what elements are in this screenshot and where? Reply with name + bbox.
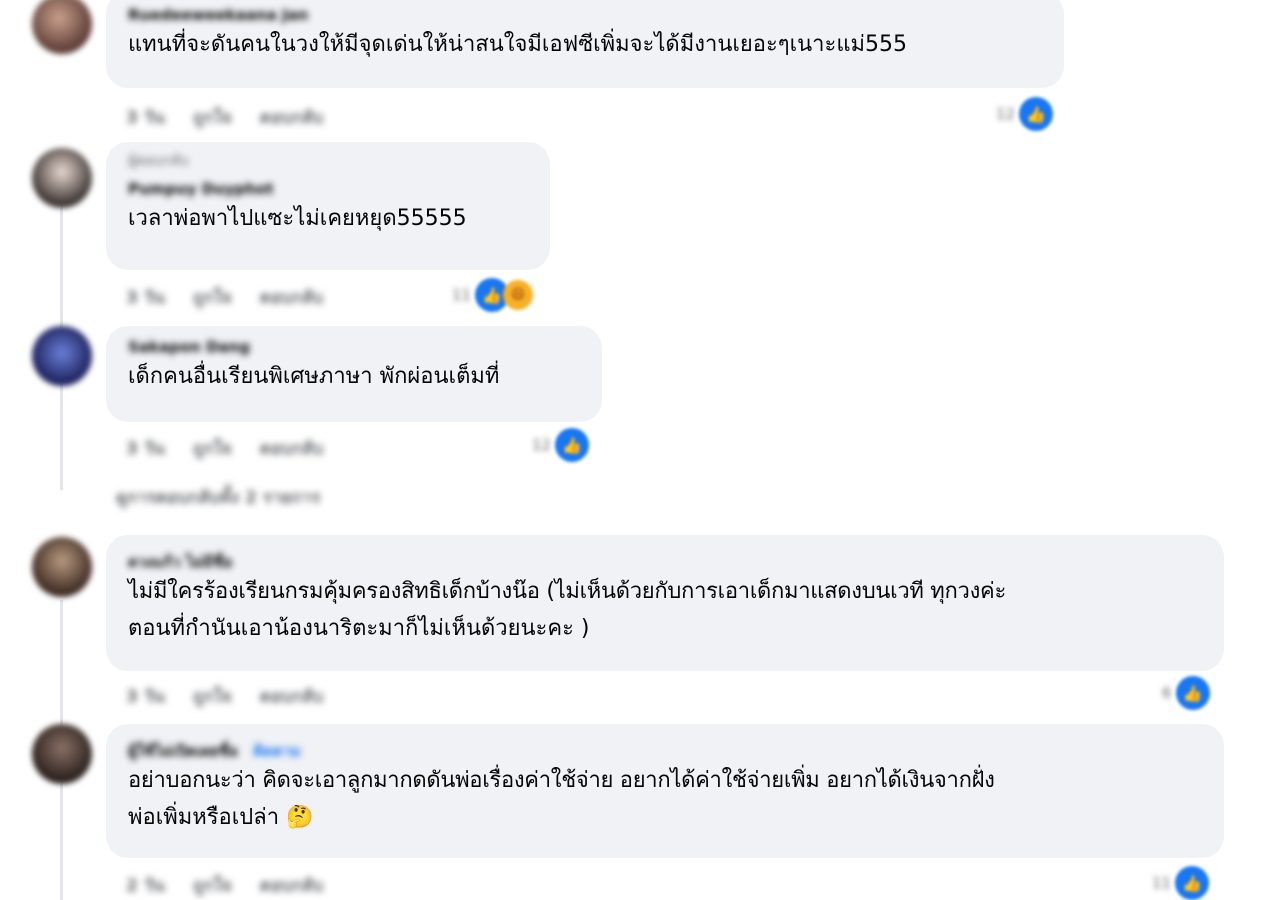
comment-actions: 3 วัน ถูกใจ ตอบกลับ	[126, 104, 323, 131]
comment-time[interactable]: 3 วัน	[126, 435, 165, 462]
reaction-count: 12	[996, 105, 1016, 123]
comment-text-line: ไม่มีใครร้องเรียนกรมคุ้มครองสิทธิเด็กบ้า…	[128, 579, 1006, 604]
thinking-emoji-icon: 🤔	[286, 805, 314, 830]
comment-bubble: ผู้ใช้ไม่เปิดเผยชื่อ ติดตาม อย่าบอกนะว่า…	[106, 724, 1224, 858]
comment-author[interactable]: Sakapon Dang	[128, 336, 580, 358]
reaction-summary[interactable]: 11 👍	[1152, 866, 1210, 900]
comment-text: พ่อเพิ่มหรือเปล่า	[128, 805, 280, 830]
avatar[interactable]	[32, 148, 92, 208]
avatar[interactable]	[32, 0, 92, 54]
comment-text-line: ตอนที่กำนันเอาน้องนาริตะมาก็ไม่เห็นด้วยน…	[128, 616, 590, 641]
reaction-summary[interactable]: 11 👍 😆	[452, 278, 534, 312]
reaction-count: 6	[1162, 684, 1172, 702]
comment-actions: 3 วัน ถูกใจ ตอบกลับ	[126, 683, 323, 710]
reaction-count: 11	[452, 286, 472, 304]
reaction-summary[interactable]: 6 👍	[1162, 676, 1210, 710]
comment-author[interactable]: ดวงแก้ว ไม่มีชื่อ	[128, 551, 1202, 573]
like-button[interactable]: ถูกใจ	[193, 683, 232, 710]
comment-actions: 3 วัน ถูกใจ ตอบกลับ	[126, 435, 323, 462]
comment-bubble: ดวงแก้ว ไม่มีชื่อ ไม่มีใครร้องเรียนกรมคุ…	[106, 535, 1224, 671]
comment-time[interactable]: 2 วัน	[126, 872, 165, 899]
comment-author[interactable]: ผู้ใช้ไม่เปิดเผยชื่อ	[128, 742, 238, 760]
follow-badge[interactable]: ติดตาม	[253, 742, 301, 760]
like-button[interactable]: ถูกใจ	[193, 104, 232, 131]
reply-button[interactable]: ตอบกลับ	[260, 872, 324, 899]
comment-bubble: ผู้ตอบกลับ Pumpuy Duyphot เวลาพ่อพาไปแซะ…	[106, 142, 550, 270]
like-reaction-icon: 👍	[1175, 866, 1210, 900]
comment-text: แทนที่จะดันคนในวงให้มีจุดเด่นให้น่าสนใจม…	[128, 32, 908, 57]
comment-actions: 3 วัน ถูกใจ ตอบกลับ	[126, 284, 323, 311]
reply-button[interactable]: ตอบกลับ	[260, 435, 324, 462]
comment-bubble: Sakapon Dang เด็กคนอื่นเรียนพิเศษภาษา พั…	[106, 326, 602, 422]
comment-author-row: ผู้ใช้ไม่เปิดเผยชื่อ ติดตาม	[128, 740, 1202, 762]
like-button[interactable]: ถูกใจ	[193, 872, 232, 899]
like-reaction-icon: 👍	[1175, 676, 1210, 710]
comment-time[interactable]: 3 วัน	[126, 683, 165, 710]
comment-text-line: อย่าบอกนะว่า คิดจะเอาลูกมากดดันพ่อเรื่อง…	[128, 768, 995, 793]
reaction-summary[interactable]: 12 👍	[532, 428, 590, 462]
comment-author[interactable]: Ruedeeweekaana Jan	[128, 4, 1042, 26]
comment-time[interactable]: 3 วัน	[126, 284, 165, 311]
comment-bubble: Ruedeeweekaana Jan แทนที่จะดันคนในวงให้ม…	[106, 0, 1064, 88]
reply-context: ผู้ตอบกลับ	[128, 153, 189, 169]
comment-text: เด็กคนอื่นเรียนพิเศษภาษา พักผ่อนเต็มที่	[128, 364, 500, 389]
reply-button[interactable]: ตอบกลับ	[260, 683, 324, 710]
avatar[interactable]	[32, 537, 92, 597]
like-button[interactable]: ถูกใจ	[193, 284, 232, 311]
reply-button[interactable]: ตอบกลับ	[260, 104, 324, 131]
reaction-count: 12	[532, 436, 552, 454]
comment-text-line-2: พ่อเพิ่มหรือเปล่า 🤔	[128, 799, 1202, 836]
reply-button[interactable]: ตอบกลับ	[260, 284, 324, 311]
comment-actions: 2 วัน ถูกใจ ตอบกลับ	[126, 872, 323, 899]
avatar[interactable]	[32, 326, 92, 386]
reaction-count: 11	[1152, 874, 1172, 892]
comment-author[interactable]: Pumpuy Duyphot	[128, 178, 528, 200]
comment-time[interactable]: 3 วัน	[126, 104, 165, 131]
like-reaction-icon: 👍	[1019, 97, 1054, 131]
view-more-replies-link[interactable]: ดูการตอบกลับทั้ง 2 รายการ	[116, 484, 320, 511]
comment-text: เวลาพ่อพาไปแซะไม่เคยหยุด55555	[128, 206, 467, 231]
reaction-summary[interactable]: 12 👍	[996, 97, 1054, 131]
like-reaction-icon: 👍	[555, 428, 590, 462]
like-button[interactable]: ถูกใจ	[193, 435, 232, 462]
haha-reaction-icon: 😆	[503, 280, 534, 310]
avatar[interactable]	[32, 724, 92, 784]
